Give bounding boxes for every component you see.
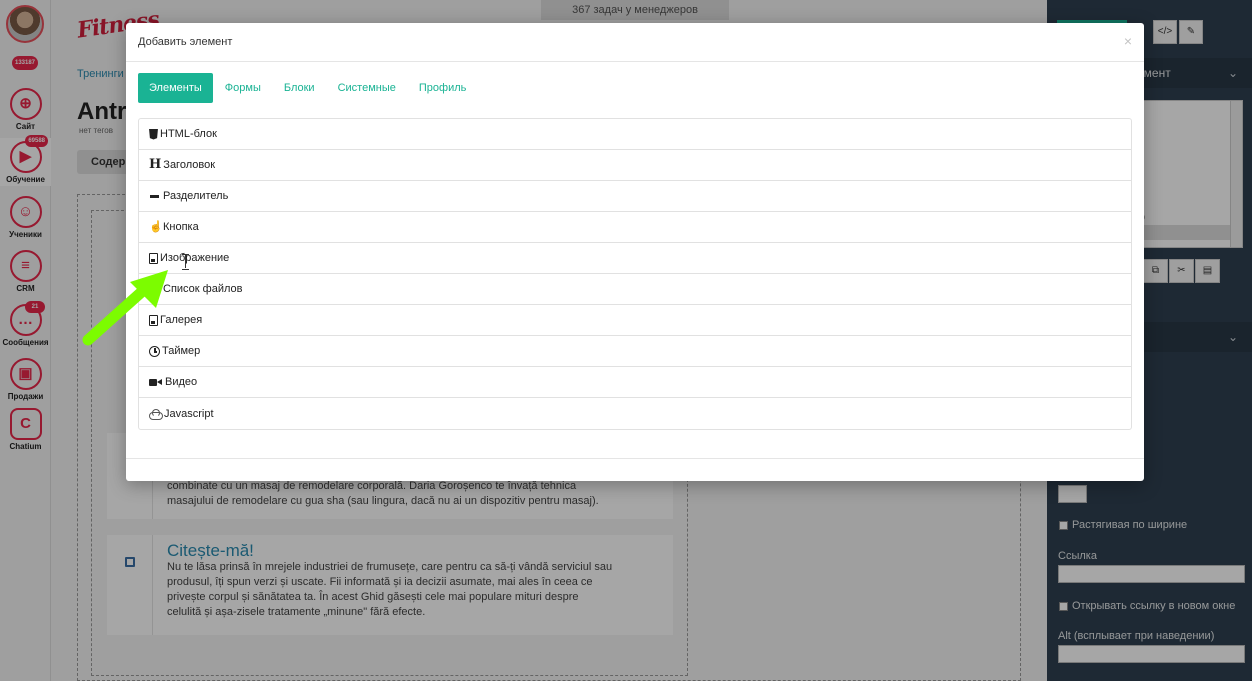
tab-forms[interactable]: Формы: [214, 73, 272, 103]
annotation-arrow-icon: [82, 270, 168, 346]
dialog-footer: [126, 458, 1144, 481]
element-item-image[interactable]: Изображение: [139, 243, 1131, 274]
element-label: Изображение: [160, 252, 230, 264]
element-item-divider[interactable]: Разделитель: [139, 181, 1131, 212]
element-label: Список файлов: [163, 283, 243, 295]
element-item-heading[interactable]: H Заголовок: [139, 150, 1131, 181]
tab-blocks[interactable]: Блоки: [273, 73, 326, 103]
tab-profile[interactable]: Профиль: [408, 73, 478, 103]
text-cursor-icon: [181, 254, 190, 270]
tab-elements[interactable]: Элементы: [138, 73, 213, 103]
element-label: Видео: [165, 376, 198, 388]
element-item-gallery[interactable]: Галерея: [139, 305, 1131, 336]
image-file-icon: [149, 252, 158, 264]
tab-system[interactable]: Системные: [327, 73, 407, 103]
element-item-file-list[interactable]: Список файлов: [139, 274, 1131, 305]
video-camera-icon: [149, 376, 163, 388]
dialog-header: Добавить элемент ×: [126, 23, 1144, 62]
element-item-timer[interactable]: Таймер: [139, 336, 1131, 367]
cloud-icon: [149, 408, 163, 420]
element-label: HTML-блок: [160, 128, 217, 140]
element-item-html-block[interactable]: HTML-блок: [139, 119, 1131, 150]
element-label: Кнопка: [163, 221, 199, 233]
hand-pointer-icon: ☝: [149, 221, 163, 233]
add-element-dialog: Добавить элемент × Элементы Формы Блоки Сис…: [126, 23, 1144, 481]
dialog-title: Добавить элемент: [138, 36, 233, 48]
element-item-video[interactable]: Видео: [139, 367, 1131, 398]
element-tabs: Элементы Формы Блоки Системные Профиль: [138, 73, 478, 103]
element-list: HTML-блок H Заголовок Разделитель ☝ Кноп…: [138, 118, 1132, 430]
element-label: Разделитель: [163, 190, 229, 202]
close-icon[interactable]: ×: [1124, 33, 1132, 49]
element-item-button[interactable]: ☝ Кнопка: [139, 212, 1131, 243]
html5-icon: [149, 128, 158, 140]
element-label: Заголовок: [163, 159, 216, 171]
element-label: Javascript: [164, 407, 214, 420]
element-item-javascript[interactable]: Javascript: [139, 398, 1131, 429]
minus-icon: [149, 190, 161, 202]
heading-icon: H: [149, 157, 162, 172]
